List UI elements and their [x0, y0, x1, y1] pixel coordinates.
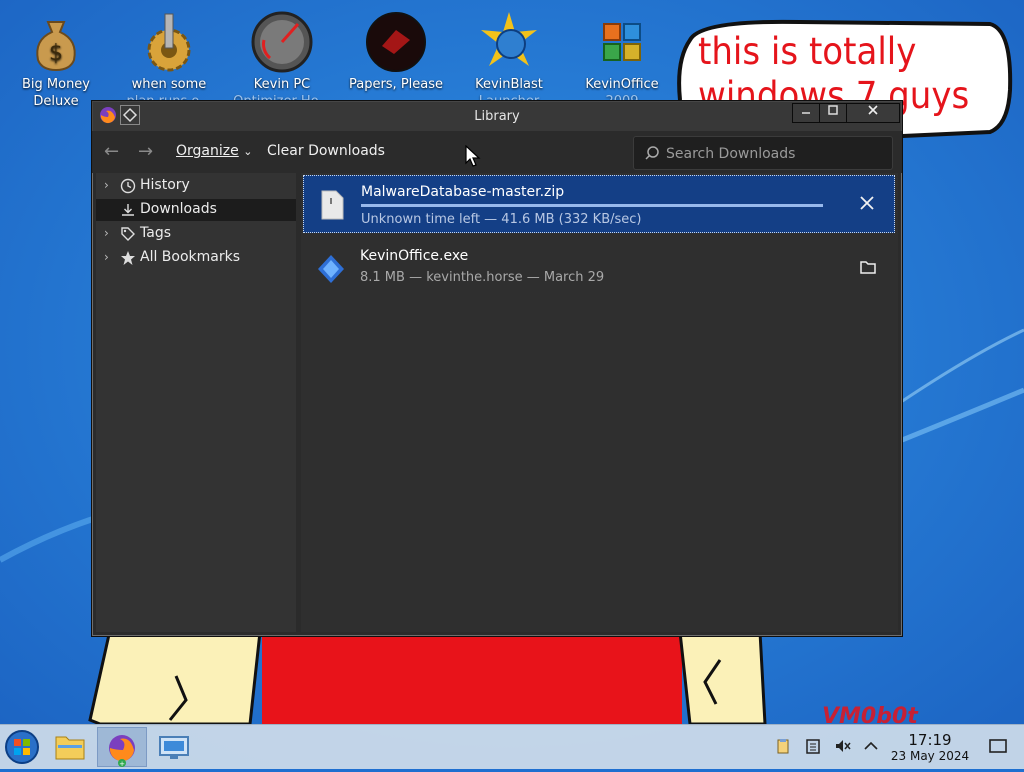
downloads-list: MalwareDatabase-master.zip Unknown time … — [301, 173, 898, 632]
organize-label: Organize — [176, 143, 239, 159]
volume-muted-icon[interactable] — [834, 737, 852, 755]
minimize-button[interactable] — [792, 103, 820, 123]
download-item[interactable]: KevinOffice.exe 8.1 MB — kevinthe.horse … — [303, 240, 895, 298]
desktop-icon-when-some[interactable]: when some plan runs o... — [113, 4, 225, 110]
desktop-icon-label: Big Money — [21, 77, 90, 92]
tag-icon — [121, 227, 135, 241]
start-button[interactable] — [0, 727, 44, 767]
download-item[interactable]: MalwareDatabase-master.zip Unknown time … — [303, 175, 895, 233]
gear-icon — [137, 10, 201, 74]
desktop-icon-label: KevinBlast — [475, 77, 543, 92]
remote-desktop-icon — [159, 736, 189, 759]
sidebar-item-tags[interactable]: › Tags — [96, 223, 296, 245]
chevron-up-icon[interactable] — [862, 737, 880, 755]
search-input[interactable] — [664, 143, 888, 165]
file-explorer-icon — [55, 736, 85, 760]
folder-icon[interactable] — [859, 258, 877, 276]
search-icon — [645, 146, 659, 160]
desktop-icon-kevin-pc[interactable]: Kevin PC Optimizer Ho... — [226, 4, 338, 110]
sidebar-item-history[interactable]: › History — [96, 175, 296, 197]
organize-button[interactable]: Organize ⌄ — [176, 143, 252, 159]
download-filename: MalwareDatabase-master.zip — [361, 184, 565, 200]
download-icon — [122, 204, 134, 216]
taskbar-remote-desktop[interactable] — [152, 727, 196, 767]
desktop-icon-label: when some — [131, 77, 207, 92]
download-progress-bar — [361, 204, 823, 207]
tray-clipboard-icon[interactable] — [774, 737, 792, 755]
download-filename: KevinOffice.exe — [360, 248, 469, 264]
zip-file-icon — [321, 190, 344, 220]
chevron-down-icon: ⌄ — [243, 145, 253, 158]
taskbar: + 17:19 23 May 2024 — [0, 724, 1024, 769]
start-orb-icon — [5, 730, 39, 764]
taskbar-file-explorer[interactable] — [48, 727, 92, 767]
back-arrow-icon[interactable]: ← — [104, 141, 119, 162]
kevinblast-icon — [477, 10, 541, 74]
desktop-icon-label: KevinOffice — [585, 77, 659, 92]
svg-text:+: + — [119, 760, 125, 768]
show-desktop-icon[interactable] — [988, 737, 1008, 755]
clock-icon — [120, 178, 136, 194]
firefox-icon: + — [109, 735, 135, 768]
sidebar-item-label: Downloads — [140, 201, 217, 217]
forward-arrow-icon[interactable]: → — [138, 141, 153, 162]
search-box[interactable] — [633, 136, 893, 170]
desktop-icon-label: Kevin PC — [253, 77, 311, 92]
sidebar-item-label: Tags — [140, 225, 171, 241]
clock-date: 23 May 2024 — [890, 749, 970, 763]
money-bag-icon: $ — [24, 10, 88, 74]
clock-time: 17:19 — [908, 731, 952, 749]
sidebar-item-label: All Bookmarks — [140, 249, 241, 265]
download-status: Unknown time left — 41.6 MB (332 KB/sec) — [361, 212, 642, 227]
close-window-button[interactable] — [846, 103, 900, 123]
sidebar-item-all-bookmarks[interactable]: › All Bookmarks — [96, 247, 296, 269]
papers-please-icon — [364, 10, 428, 74]
speech-line: this is totally — [698, 30, 917, 73]
desktop-icon-kevinoffice[interactable]: KevinOffice 2009 — [566, 4, 678, 110]
star-icon — [121, 251, 135, 265]
download-status: 8.1 MB — kevinthe.horse — March 29 — [360, 270, 605, 285]
library-toolbar: ← → Organize ⌄ Clear Downloads — [92, 131, 902, 173]
exe-file-icon — [318, 255, 344, 283]
svg-text:$: $ — [49, 41, 63, 66]
close-icon[interactable] — [858, 194, 876, 212]
mouse-cursor-icon — [465, 145, 481, 167]
library-window: Library ← → Organize ⌄ Clear Downloads ›… — [91, 100, 903, 637]
speedometer-icon — [250, 10, 314, 74]
office-icon — [590, 10, 654, 74]
chevron-right-icon[interactable]: › — [104, 226, 109, 240]
library-sidebar: › History Downloads › Tags › All Bookmar… — [96, 173, 296, 632]
progress-fill — [361, 204, 823, 207]
clear-downloads-button[interactable]: Clear Downloads — [267, 143, 385, 159]
maximize-icon — [828, 105, 838, 115]
desktop-icon-kevinblast[interactable]: KevinBlast Launcher — [453, 4, 565, 110]
chevron-right-icon[interactable]: › — [104, 250, 109, 264]
sidebar-item-label: History — [140, 177, 190, 193]
desktop-icon-big-money[interactable]: $ Big Money Deluxe — [0, 4, 112, 110]
window-titlebar[interactable]: Library — [92, 101, 902, 132]
maximize-button[interactable] — [819, 103, 847, 123]
window-title: Library — [474, 109, 520, 124]
taskbar-clock[interactable]: 17:19 23 May 2024 — [880, 732, 980, 764]
close-icon — [868, 105, 878, 115]
chevron-right-icon[interactable]: › — [104, 178, 109, 192]
desktop-icon-label: Papers, Please — [348, 77, 444, 92]
taskbar-firefox[interactable]: + — [97, 727, 147, 768]
minimize-icon — [802, 112, 810, 114]
desktop-icon-papers-please[interactable]: Papers, Please — [340, 4, 452, 93]
tray-notes-icon[interactable] — [804, 737, 822, 755]
sidebar-item-downloads[interactable]: Downloads — [96, 199, 296, 221]
